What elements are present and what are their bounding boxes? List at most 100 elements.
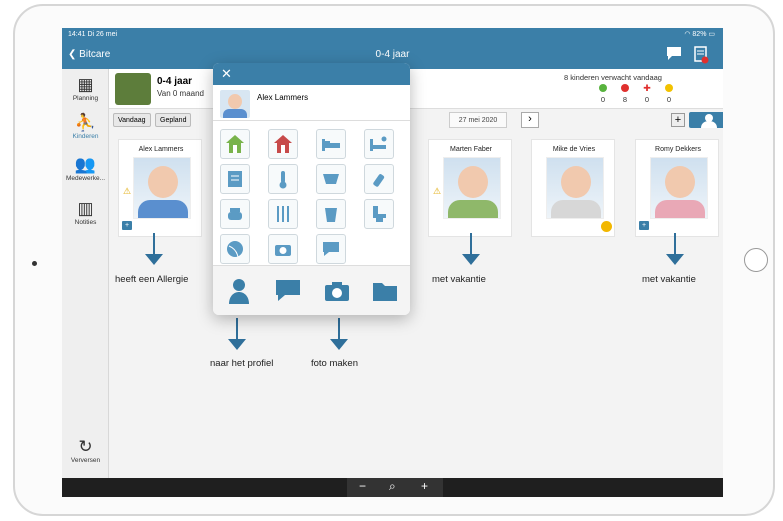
child-card-romy[interactable]: Romy Dekkers + [635,139,719,237]
camera-icon[interactable] [323,278,351,304]
potty-icon[interactable] [220,199,250,229]
sidebar: ▦ Planning ⛹ Kinderen 👥 Medewerke... ▥ N… [62,69,109,478]
allergy-warning-icon: ⚠ [123,186,132,196]
sleep-bed-icon[interactable] [316,129,346,159]
leave-dot [665,84,673,92]
battery-level: 82% [692,31,707,38]
departure-house-icon[interactable] [268,129,298,159]
child-card-alex[interactable]: Alex Lammers ⚠ + [118,139,202,237]
child-photo [546,157,604,219]
arrow-down [674,233,676,255]
medical-icon: + [639,221,649,230]
absent-count: 8 [622,95,628,104]
next-date-button[interactable]: › [521,112,539,128]
wifi-icon: ◠ [684,31,691,38]
annotation-allergy: heeft een Allergie [115,274,189,285]
report-icon[interactable] [693,46,709,64]
battery-icon: ▭ [708,31,715,38]
group-subtitle: Van 0 maand [157,89,204,98]
sidebar-item-planning[interactable]: ▦ Planning [62,75,109,102]
sick-icon: ✚ [643,83,651,93]
today-button[interactable]: Vandaag [113,113,151,127]
zoom-controls: − ⌕ + [347,478,443,497]
refresh-icon: ↻ [78,437,93,456]
folder-icon[interactable] [371,278,399,304]
sidebar-item-verversen[interactable]: ↻ Verversen [62,437,109,464]
popup-child-name: Alex Lammers [257,93,309,102]
status-date: Di 26 mei [87,31,118,38]
present-dot [599,84,607,92]
home-button[interactable] [744,248,768,272]
filter-bar: Vandaag Gepland 27 mei 2020 › + + [109,109,723,131]
chat-icon[interactable] [274,278,302,304]
arrow-head [330,339,348,350]
sidebar-item-kinderen[interactable]: ⛹ Kinderen [62,113,109,140]
staff-icon: 👥 [74,155,97,174]
meal-cutlery-icon[interactable] [268,199,298,229]
arrow-down [470,233,472,255]
sidebar-label: Notities [74,219,97,226]
drink-glass-icon[interactable] [316,199,346,229]
child-avatar [220,90,250,118]
camera-tile-icon[interactable] [268,234,298,264]
leave-count: 0 [666,95,672,104]
message-tile-icon[interactable] [316,234,346,264]
note-icon[interactable] [220,164,250,194]
vacation-icon [601,221,612,232]
child-card-mike[interactable]: Mike de Vries [531,139,615,237]
sidebar-label: Planning [72,95,99,102]
child-name: Marten Faber [449,146,493,153]
planned-button[interactable]: Gepland [155,113,192,127]
arrow-down [236,318,238,340]
sidebar-label: Kinderen [72,133,99,140]
popup-header: ✕ [213,63,410,85]
battery-indicator: ◠ 82% ▭ [684,30,715,38]
wake-up-icon[interactable] [364,129,394,159]
sidebar-label: Verversen [70,457,101,464]
group-photo [115,73,151,105]
date-field[interactable]: 27 mei 2020 [449,112,507,128]
child-name: Alex Lammers [138,146,184,153]
annotation-vacation: met vakantie [642,274,696,285]
page-title: 0-4 jaar [375,49,410,60]
status-time: 14:41 [68,31,86,38]
child-action-popup: ✕ Alex Lammers [213,63,410,315]
chat-icon[interactable] [666,46,682,62]
child-name: Mike de Vries [552,146,596,153]
diaper-icon[interactable] [316,164,346,194]
status-bar: 14:41 Di 26 mei ◠ 82% ▭ [62,28,723,41]
toilet-icon[interactable] [364,199,394,229]
zoom-icon[interactable]: ⌕ [389,479,396,494]
arrow-head [228,339,246,350]
child-card-marten[interactable]: Marten Faber ⚠ [428,139,512,237]
medical-icon: + [122,221,132,230]
action-grid [213,121,410,265]
zoom-out-button[interactable]: − [359,479,366,493]
popup-child-row: Alex Lammers [213,85,410,121]
sidebar-item-medewerkers[interactable]: 👥 Medewerke... [62,155,109,182]
profile-icon[interactable] [225,278,253,304]
arrow-down [153,233,155,255]
annotation-profile: naar het profiel [210,358,274,369]
expected-children-text: 8 kinderen verwacht vandaag [564,73,662,82]
close-icon[interactable]: ✕ [221,66,232,82]
add-button[interactable]: + [671,113,685,127]
arrival-house-icon[interactable] [220,129,250,159]
calendar-icon: ▦ [77,75,94,94]
zoom-in-button[interactable]: + [421,479,428,493]
sidebar-item-notities[interactable]: ▥ Notities [62,199,109,226]
bottom-bar: − ⌕ + [62,478,723,497]
child-view-toggle[interactable] [689,112,723,128]
children-icon: ⛹ [74,113,97,132]
bottle-icon[interactable] [364,164,394,194]
child-photo [133,157,191,219]
ball-play-icon[interactable] [220,234,250,264]
child-photo [650,157,708,219]
absent-dot [621,84,629,92]
notes-icon: ▥ [77,199,94,218]
present-count: 0 [600,95,606,104]
thermometer-icon[interactable] [268,164,298,194]
arrow-head [666,254,684,265]
annotation-vacation: met vakantie [432,274,486,285]
group-header: 0-4 jaar Van 0 maand 8 kinderen verwacht… [109,69,723,109]
